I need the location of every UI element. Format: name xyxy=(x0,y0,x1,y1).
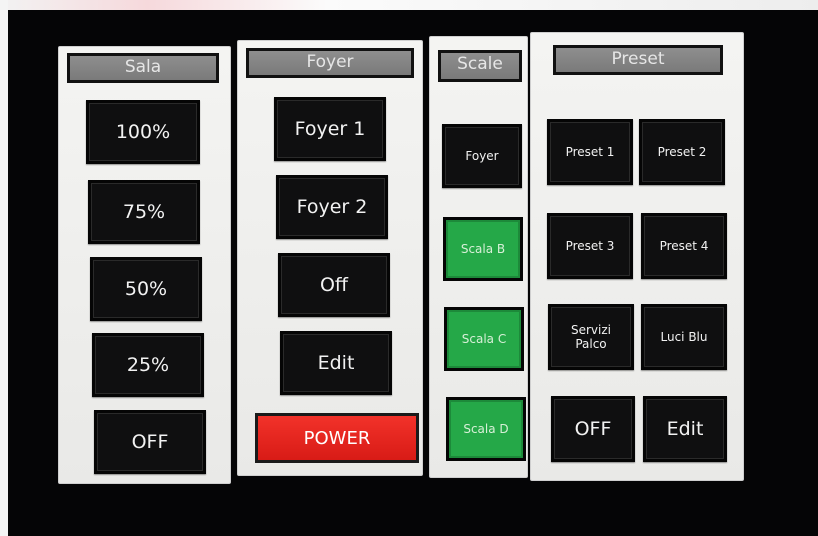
preset-3-button[interactable]: Preset 3 xyxy=(547,213,633,279)
scale-title: Scale xyxy=(441,53,519,79)
luci-blu-button[interactable]: Luci Blu xyxy=(641,304,727,370)
scale-header: Scale xyxy=(438,50,522,82)
power-button[interactable]: POWER xyxy=(255,413,419,463)
sala-100-button[interactable]: 100% xyxy=(86,100,200,164)
monitor-bezel-top xyxy=(0,0,818,10)
scala-d-button[interactable]: Scala D xyxy=(446,397,526,461)
foyer-edit-button[interactable]: Edit xyxy=(280,331,392,395)
preset-off-button[interactable]: OFF xyxy=(551,396,635,462)
sala-50-button[interactable]: 50% xyxy=(90,257,202,321)
preset-4-button[interactable]: Preset 4 xyxy=(641,213,727,279)
foyer-1-button[interactable]: Foyer 1 xyxy=(274,97,386,161)
sala-header: Sala xyxy=(67,53,219,83)
scale-foyer-button[interactable]: Foyer xyxy=(442,124,522,188)
touch-screen: Sala 100% 75% 50% 25% OFF Foyer Foyer 1 … xyxy=(8,10,818,536)
scale-panel: Scale Foyer Scala B Scala C Scala D xyxy=(429,36,528,478)
foyer-off-button[interactable]: Off xyxy=(278,253,390,317)
sala-75-button[interactable]: 75% xyxy=(88,180,200,244)
scala-b-button[interactable]: Scala B xyxy=(443,217,523,281)
foyer-2-button[interactable]: Foyer 2 xyxy=(276,175,388,239)
sala-panel: Sala 100% 75% 50% 25% OFF xyxy=(58,46,231,484)
preset-edit-button[interactable]: Edit xyxy=(643,396,727,462)
preset-header: Preset xyxy=(553,45,723,75)
sala-25-button[interactable]: 25% xyxy=(92,333,204,397)
preset-panel: Preset Preset 1 Preset 2 Preset 3 Preset… xyxy=(530,32,744,481)
foyer-panel: Foyer Foyer 1 Foyer 2 Off Edit POWER xyxy=(237,40,423,476)
preset-2-button[interactable]: Preset 2 xyxy=(639,119,725,185)
scala-c-button[interactable]: Scala C xyxy=(444,307,524,371)
foyer-header: Foyer xyxy=(246,48,414,78)
servizi-palco-button[interactable]: Servizi Palco xyxy=(548,304,634,370)
sala-off-button[interactable]: OFF xyxy=(94,410,206,474)
preset-1-button[interactable]: Preset 1 xyxy=(547,119,633,185)
foyer-title: Foyer xyxy=(249,51,411,75)
sala-title: Sala xyxy=(70,56,216,80)
monitor-bezel-left xyxy=(0,0,8,536)
preset-title: Preset xyxy=(556,48,720,72)
